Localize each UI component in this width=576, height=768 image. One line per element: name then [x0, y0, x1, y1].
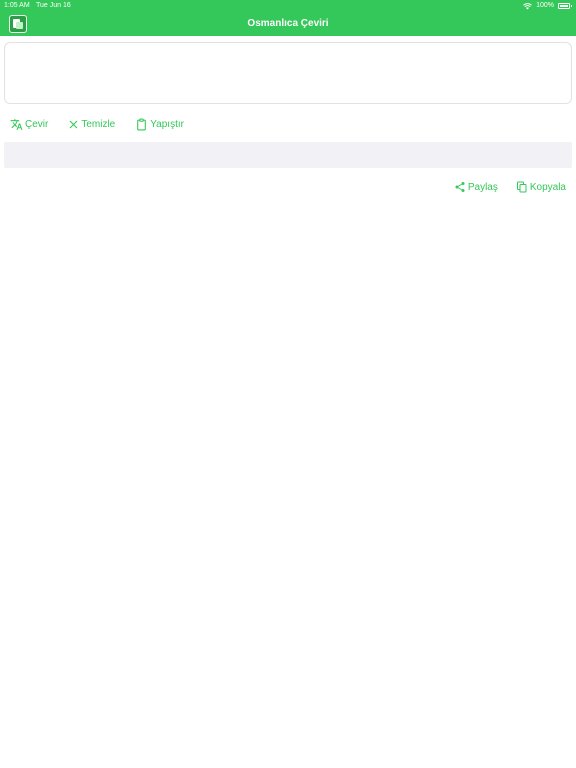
battery-icon [558, 3, 572, 9]
result-toolbar: Paylaş Kopyala [454, 179, 566, 195]
share-icon [455, 182, 465, 192]
translate-icon [10, 118, 23, 130]
translation-result [4, 142, 572, 168]
page-title: Osmanlıca Çeviri [247, 18, 329, 29]
paste-button[interactable]: Yapıştır [135, 116, 184, 132]
clear-button[interactable]: Temizle [68, 116, 115, 132]
clipboard-icon [137, 118, 147, 130]
translate-button[interactable]: Çevir [10, 116, 48, 132]
nav-bar: Osmanlıca Çeviri [0, 12, 576, 36]
share-button[interactable]: Paylaş [454, 179, 498, 195]
source-text-input[interactable] [4, 42, 572, 104]
copy-button-label: Kopyala [529, 181, 566, 193]
battery-percent: 100% [536, 2, 554, 9]
action-toolbar: Çevir Temizle Yapıştır [10, 116, 184, 132]
status-bar: 1:05 AM Tue Jun 16 100% [0, 0, 576, 12]
clear-button-label: Temizle [81, 118, 116, 130]
status-indicators: 100% [523, 0, 572, 12]
copy-button[interactable]: Kopyala [516, 179, 566, 195]
translate-button-label: Çevir [25, 118, 49, 130]
status-time: 1:05 AM [4, 2, 30, 9]
status-date: Tue Jun 16 [36, 2, 71, 9]
close-icon [70, 120, 78, 128]
copy-icon [516, 181, 527, 193]
share-button-label: Paylaş [467, 181, 498, 193]
wifi-icon [523, 2, 532, 9]
paste-button-label: Yapıştır [150, 118, 184, 130]
